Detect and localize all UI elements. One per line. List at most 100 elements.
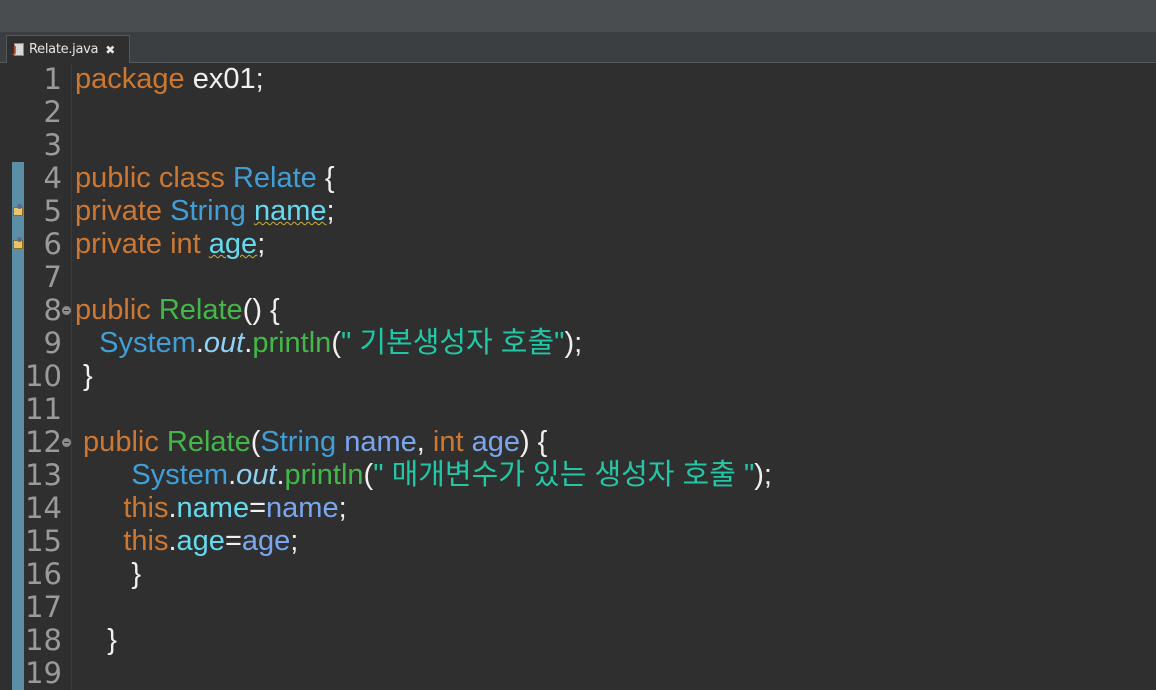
- line-number: 16: [25, 557, 62, 591]
- line-number: 2: [43, 95, 62, 129]
- code-token: this: [123, 492, 169, 524]
- code-token: System: [99, 327, 196, 359]
- code-editor[interactable]: 1 package ex01; 2 3 4 public class Relate {5 p…: [0, 63, 1156, 690]
- code-token: .: [168, 525, 177, 557]
- code-text: this.name=name;: [75, 492, 347, 525]
- code-token: }: [75, 558, 142, 590]
- code-line-16[interactable]: 16 }: [0, 558, 1156, 591]
- code-token: name: [266, 492, 339, 524]
- code-line-6[interactable]: 6 private int age;: [0, 228, 1156, 261]
- line-number: 10: [25, 359, 62, 393]
- code-text: public class Relate {: [75, 162, 335, 195]
- code-token: ) {: [519, 426, 548, 458]
- code-line-13[interactable]: 13 System.out.println(" 매개변수가 있는 생성자 호출 …: [0, 459, 1156, 492]
- line-number: 4: [43, 161, 62, 195]
- code-token: out: [203, 327, 245, 359]
- code-line-8[interactable]: 8 public Relate() {: [0, 294, 1156, 327]
- tab-relate-java[interactable]: J Relate.java ✖: [6, 35, 130, 63]
- line-number: 19: [25, 656, 62, 690]
- code-token: name: [253, 195, 327, 227]
- code-token: .: [276, 459, 285, 491]
- code-line-17[interactable]: 17: [0, 591, 1156, 624]
- line-number: 15: [25, 524, 62, 558]
- code-line-11[interactable]: 11: [0, 393, 1156, 426]
- code-token: .: [195, 327, 204, 359]
- code-token: String: [260, 426, 337, 458]
- code-token: name: [344, 426, 417, 458]
- code-token: (: [331, 327, 341, 359]
- code-token: () {: [242, 294, 280, 326]
- code-token: (: [363, 459, 374, 491]
- code-token: ;: [290, 525, 299, 557]
- code-line-5[interactable]: 5 private String name;: [0, 195, 1156, 228]
- code-token: =: [224, 525, 242, 557]
- code-token: Relate: [232, 162, 317, 194]
- code-token: (: [250, 426, 261, 458]
- code-text: }: [75, 624, 117, 657]
- code-line-2[interactable]: 2: [0, 96, 1156, 129]
- line-number: 6: [43, 227, 62, 261]
- code-line-4[interactable]: 4 public class Relate {: [0, 162, 1156, 195]
- code-token: ex01;: [184, 63, 264, 95]
- line-number: 13: [25, 458, 62, 492]
- code-text: System.out.println(" 기본생성자 호출");: [75, 327, 582, 360]
- code-token: ;: [326, 195, 335, 227]
- code-line-7[interactable]: 7: [0, 261, 1156, 294]
- code-token: String: [170, 195, 246, 227]
- code-text: this.age=age;: [75, 525, 298, 558]
- code-text: public Relate() {: [75, 294, 280, 327]
- line-number: 18: [25, 623, 62, 657]
- code-token: public class: [75, 162, 233, 194]
- code-token: public: [75, 426, 167, 458]
- code-token: =: [249, 492, 267, 524]
- code-token: int: [432, 426, 472, 458]
- fold-toggle-icon[interactable]: [62, 306, 71, 315]
- line-number: 17: [25, 590, 62, 624]
- line-number: 9: [43, 326, 62, 360]
- code-token: Relate: [166, 426, 251, 458]
- code-token: age: [241, 525, 291, 557]
- code-token: .: [228, 459, 237, 491]
- line-number: 11: [25, 392, 62, 426]
- code-token: package: [75, 63, 185, 95]
- line-number: 1: [43, 62, 62, 96]
- code-line-1[interactable]: 1 package ex01;: [0, 63, 1156, 96]
- code-token: age: [471, 426, 520, 458]
- line-number: 8: [43, 293, 62, 327]
- close-tab-icon[interactable]: ✖: [105, 43, 115, 57]
- code-line-18[interactable]: 18 }: [0, 624, 1156, 657]
- fold-toggle-icon[interactable]: [62, 438, 71, 447]
- code-token: name: [176, 492, 250, 524]
- code-line-14[interactable]: 14 this.name=name;: [0, 492, 1156, 525]
- code-line-10[interactable]: 10 }: [0, 360, 1156, 393]
- code-line-3[interactable]: 3: [0, 129, 1156, 162]
- code-token: );: [754, 459, 772, 491]
- code-line-19[interactable]: 19: [0, 657, 1156, 690]
- editor-tab-strip: J Relate.java ✖: [0, 32, 1156, 63]
- line-number: 7: [43, 260, 62, 294]
- code-token: ,: [416, 426, 433, 458]
- code-text: private int age;: [75, 228, 265, 261]
- code-text: }: [75, 360, 93, 393]
- tab-filename: Relate.java: [29, 42, 99, 57]
- code-token: this: [123, 525, 169, 557]
- code-token: private: [75, 195, 171, 227]
- code-text: public Relate(String name, int age) {: [75, 426, 547, 459]
- code-token: }: [75, 360, 93, 392]
- code-text: private String name;: [75, 195, 335, 228]
- code-line-9[interactable]: 9 System.out.println(" 기본생성자 호출");: [0, 327, 1156, 360]
- code-token: " 기본생성자 호출": [340, 327, 565, 359]
- code-token: public: [75, 294, 159, 326]
- code-text: System.out.println(" 매개변수가 있는 생성자 호출 ");: [75, 459, 772, 492]
- code-token: System: [131, 459, 229, 491]
- code-line-12[interactable]: 12 public Relate(String name, int age) {: [0, 426, 1156, 459]
- code-text: }: [75, 558, 141, 591]
- code-token: {: [316, 162, 335, 194]
- code-token: ;: [338, 492, 347, 524]
- code-line-15[interactable]: 15 this.age=age;: [0, 525, 1156, 558]
- java-file-icon: J: [13, 42, 25, 57]
